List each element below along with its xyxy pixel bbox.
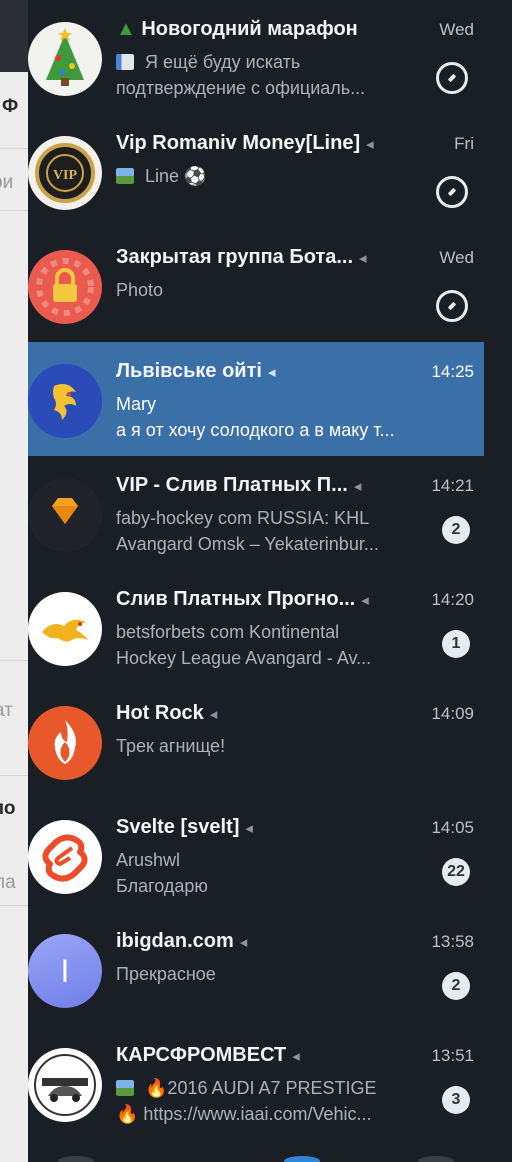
- chat-row[interactable]: I ibigdan.com ◂ 13:58 Прекрасное 2: [28, 912, 484, 1026]
- chat-preview-sender: Arushwl: [116, 850, 181, 870]
- chat-time: 14:20: [431, 590, 474, 609]
- tree-emoji-icon: ▲: [116, 18, 136, 40]
- chat-time: Fri: [454, 134, 474, 153]
- unread-badge: 3: [442, 1086, 470, 1114]
- unread-badge: 2: [442, 972, 470, 1000]
- background-text: ат: [0, 700, 13, 721]
- muted-icon: ◂: [267, 364, 276, 381]
- dragon-avatar: [28, 592, 102, 666]
- chat-title: Hot Rock ◂: [116, 702, 218, 724]
- chat-preview-line2: Avangard Omsk – Yekaterinbur...: [116, 534, 379, 554]
- unread-badge: 1: [442, 630, 470, 658]
- chat-row[interactable]: VIP Vip Romaniv Money[Line] ◂ Fri Line ⚽: [28, 114, 484, 228]
- chat-title: ▲ Новогодний марафон: [116, 18, 358, 40]
- muted-icon: ◂: [292, 1048, 300, 1065]
- chat-title: Слив Платных Прогно... ◂: [116, 588, 369, 610]
- chat-row[interactable]: Svelte [svelt] ◂ 14:05 Arushwl Благодарю …: [28, 798, 484, 912]
- chat-time: 14:21: [431, 476, 474, 495]
- muted-icon: ◂: [353, 478, 362, 495]
- car-avatar: [28, 1048, 102, 1122]
- background-text: Ф: [2, 96, 19, 117]
- chat-title: Львівське ойті ◂: [116, 360, 276, 382]
- chat-list: ▲ Новогодний марафон Wed Я ещё буду иска…: [28, 0, 512, 1162]
- pin-icon: [436, 290, 468, 322]
- chat-preview: Я ещё буду искать: [116, 52, 416, 73]
- chat-preview: Line ⚽: [116, 166, 416, 187]
- flame-avatar: [28, 706, 102, 780]
- chat-preview: Прекрасное: [116, 964, 216, 984]
- letter-i-avatar: I: [28, 934, 102, 1008]
- chat-time: Wed: [439, 20, 474, 39]
- photo-thumbnail-icon: [116, 1080, 134, 1096]
- chat-preview-line2: Hockey League Avangard - Av...: [116, 648, 372, 668]
- chat-time: 13:58: [431, 932, 474, 951]
- chat-row[interactable]: Закрытая группа Бота... ◂ Wed Photo: [28, 228, 484, 342]
- chat-row-active[interactable]: Львівське ойті ◂ 14:25 Mary а я от хочу с…: [28, 342, 484, 456]
- chat-time: 14:09: [431, 704, 474, 723]
- chat-title: Закрытая группа Бота... ◂: [116, 246, 367, 268]
- chat-preview: betsforbets com Kontinental: [116, 622, 340, 642]
- toolbar-icon[interactable]: [284, 1156, 320, 1162]
- chat-row[interactable]: ▲ Новогодний марафон Wed Я ещё буду иска…: [28, 0, 484, 114]
- chat-row[interactable]: Слив Платных Прогно... ◂ 14:20 betsforbet…: [28, 570, 484, 684]
- soccer-ball-icon: ⚽: [184, 166, 207, 186]
- svg-text:VIP: VIP: [53, 168, 78, 183]
- muted-icon: ◂: [366, 136, 374, 153]
- christmas-tree-avatar: [28, 22, 102, 96]
- chat-title: Vip Romaniv Money[Line] ◂: [116, 132, 374, 154]
- chat-row[interactable]: VIP - Слив Платных П... ◂ 14:21 faby-hock…: [28, 456, 484, 570]
- bottom-toolbar: [28, 1140, 512, 1162]
- chat-preview: 🔥2016 AUDI A7 PRESTIGE: [116, 1078, 416, 1099]
- chat-title: КАРСФРОМВЕСТ ◂: [116, 1044, 300, 1066]
- chat-title: VIP - Слив Платных П... ◂: [116, 474, 362, 496]
- toolbar-icon[interactable]: [58, 1156, 94, 1162]
- pin-icon: [436, 176, 468, 208]
- unread-badge: 2: [442, 516, 470, 544]
- lion-avatar: [28, 364, 102, 438]
- chart-thumbnail-icon: [116, 54, 134, 70]
- vip-coin-avatar: VIP: [28, 136, 102, 210]
- lock-avatar: [28, 250, 102, 324]
- chat-time: Wed: [439, 248, 474, 267]
- muted-icon: ◂: [209, 706, 218, 723]
- chat-preview-line2: 🔥 https://www.iaai.com/Vehic...: [116, 1104, 372, 1124]
- background-text: ри: [0, 172, 14, 193]
- svelte-logo-avatar: [28, 820, 102, 894]
- muted-icon: ◂: [359, 250, 367, 267]
- chat-time: 14:05: [431, 818, 474, 837]
- photo-thumbnail-icon: [116, 168, 134, 184]
- muted-icon: ◂: [239, 934, 248, 951]
- background-text: ла: [0, 872, 16, 893]
- chat-preview: faby-hockey com RUSSIA: KHL: [116, 508, 370, 528]
- background-text: ло: [0, 798, 16, 819]
- settings-icon[interactable]: [418, 1156, 454, 1162]
- pin-icon: [436, 62, 468, 94]
- chat-time: 13:51: [431, 1046, 474, 1065]
- screen: Ф ри ат ло ла ▲ Новогодний марафон: [0, 0, 512, 1162]
- diamond-avatar: [28, 478, 102, 552]
- avatar-letter: I: [60, 952, 70, 989]
- chat-preview: а я от хочу солодкого а в маку т...: [116, 420, 395, 440]
- unread-badge: 22: [442, 858, 470, 886]
- chat-preview-line2: подтверждение с официаль...: [116, 78, 366, 98]
- chat-row[interactable]: Hot Rock ◂ 14:09 Трек агнище!: [28, 684, 484, 798]
- chat-preview: Благодарю: [116, 876, 208, 896]
- muted-icon: ◂: [245, 820, 253, 837]
- chat-title: ibigdan.com ◂: [116, 930, 248, 952]
- chat-preview-sender: Mary: [116, 394, 156, 414]
- chat-row[interactable]: КАРСФРОМВЕСТ ◂ 13:51 🔥2016 AUDI A7 PRESTI…: [28, 1026, 484, 1140]
- chat-preview: Трек агнище!: [116, 736, 226, 756]
- chat-time: 14:25: [431, 362, 474, 381]
- muted-icon: ◂: [361, 592, 369, 609]
- chat-preview: Photo: [116, 280, 164, 300]
- chat-title: Svelte [svelt] ◂: [116, 816, 253, 838]
